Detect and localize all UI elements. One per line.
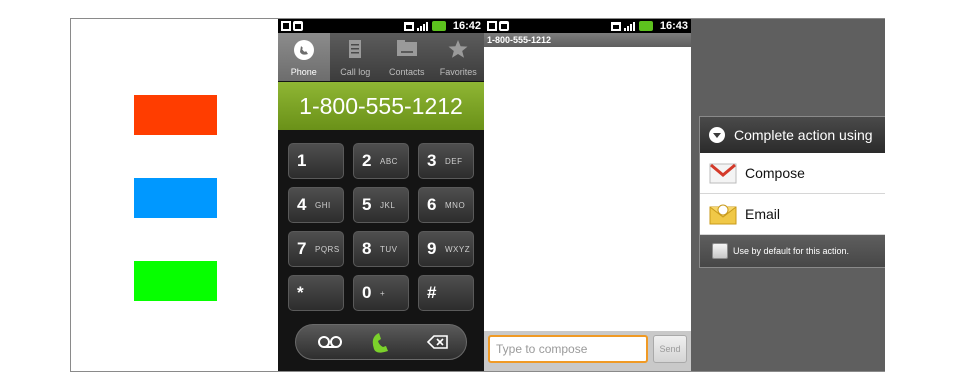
tab-favorites[interactable]: Favorites	[433, 33, 485, 81]
key-letters: ABC	[380, 157, 398, 166]
use-default-label: Use by default for this action.	[733, 246, 850, 256]
dialer-tabs: Phone Call log Contacts Favorites	[278, 33, 484, 81]
signal-battery-icons	[404, 21, 446, 31]
key-digit: 8	[362, 239, 372, 258]
tab-label: Phone	[290, 67, 317, 77]
color-swatch-panel	[71, 19, 278, 371]
dialer-screen: 16:42 Phone Call log Contacts Favorites …	[278, 19, 484, 371]
call-icon	[372, 333, 388, 353]
tab-label: Contacts	[388, 67, 425, 77]
compose-bar: Type to compose Send	[484, 331, 691, 371]
key-letters: MNO	[445, 201, 466, 210]
key-7[interactable]: 7 PQRS	[288, 231, 344, 267]
tab-call-log[interactable]: Call log	[330, 33, 382, 81]
dialed-number: 1-800-555-1212	[278, 82, 484, 130]
notification-icons	[281, 21, 303, 31]
backspace-button[interactable]	[416, 329, 456, 355]
tab-label: Favorites	[439, 67, 477, 77]
status-time: 16:43	[659, 20, 688, 32]
key-letters: JKL	[380, 201, 396, 210]
key-5[interactable]: 5 JKL	[353, 187, 409, 223]
backspace-icon	[426, 335, 448, 349]
star-icon	[448, 40, 468, 58]
key-0[interactable]: 0 +	[353, 275, 409, 311]
dialer-action-bar	[295, 324, 467, 360]
key-digit: #	[427, 283, 437, 302]
call-button[interactable]	[362, 329, 402, 355]
key-8[interactable]: 8 TUV	[353, 231, 409, 267]
key-digit: *	[297, 283, 304, 302]
signal-battery-icons	[611, 21, 653, 31]
choice-compose[interactable]: Compose	[700, 153, 885, 194]
key-2[interactable]: 2 ABC	[353, 143, 409, 179]
email-icon	[709, 204, 737, 225]
key-digit: 5	[362, 195, 372, 214]
key-letters: PQRS	[315, 245, 340, 254]
call-log-icon	[349, 40, 362, 58]
chooser-screen: Complete action using Compose Email Use …	[691, 19, 885, 371]
green-swatch[interactable]	[134, 261, 217, 301]
compose-input[interactable]: Type to compose	[488, 335, 648, 363]
voicemail-button[interactable]	[310, 329, 350, 355]
gmail-icon	[709, 163, 737, 184]
contacts-icon	[396, 40, 417, 56]
key-digit: 3	[427, 151, 437, 170]
key-digit: 6	[427, 195, 437, 214]
key-4[interactable]: 4 GHI	[288, 187, 344, 223]
dropdown-circle-icon	[709, 127, 725, 143]
tab-label: Call log	[340, 67, 371, 77]
blue-swatch[interactable]	[134, 178, 217, 218]
key-digit: 2	[362, 151, 372, 170]
key-digit: 9	[427, 239, 437, 258]
tab-contacts[interactable]: Contacts	[381, 33, 433, 81]
key-letters: WXYZ	[445, 245, 471, 254]
key-digit: 7	[297, 239, 307, 258]
key-letters: GHI	[315, 201, 331, 210]
key-3[interactable]: 3 DEF	[418, 143, 474, 179]
key-letters: +	[380, 289, 386, 298]
dialog-title-text: Complete action using	[734, 127, 873, 143]
notification-icons	[487, 21, 509, 31]
status-bar: 16:43	[484, 19, 691, 33]
voicemail-icon	[318, 336, 342, 348]
key-digit: 1	[297, 151, 307, 170]
key-digit: 4	[297, 195, 307, 214]
tab-phone[interactable]: Phone	[278, 33, 330, 81]
key-9[interactable]: 9 WXYZ	[418, 231, 474, 267]
key-6[interactable]: 6 MNO	[418, 187, 474, 223]
status-bar: 16:42	[278, 19, 484, 33]
phone-icon	[293, 40, 314, 60]
messaging-screen: 16:43 1-800-555-1212 Type to compose Sen…	[484, 19, 691, 371]
choice-email[interactable]: Email	[700, 194, 885, 235]
key-1[interactable]: 1	[288, 143, 344, 179]
choice-label: Compose	[745, 165, 805, 181]
use-default-checkbox[interactable]	[712, 243, 728, 259]
choice-label: Email	[745, 206, 781, 222]
key-hash[interactable]: #	[418, 275, 474, 311]
default-action-row: Use by default for this action.	[700, 235, 885, 267]
key-letters: DEF	[445, 157, 463, 166]
screenshot-frame: 16:42 Phone Call log Contacts Favorites …	[70, 18, 885, 372]
status-time: 16:42	[452, 20, 481, 32]
key-star[interactable]: *	[288, 275, 344, 311]
key-digit: 0	[362, 283, 372, 302]
dialog-title: Complete action using	[700, 117, 885, 153]
red-swatch[interactable]	[134, 95, 217, 135]
complete-action-dialog: Complete action using Compose Email Use …	[699, 116, 885, 268]
key-letters: TUV	[380, 245, 398, 254]
recipient-header: 1-800-555-1212	[484, 33, 691, 47]
send-button[interactable]: Send	[653, 335, 687, 363]
